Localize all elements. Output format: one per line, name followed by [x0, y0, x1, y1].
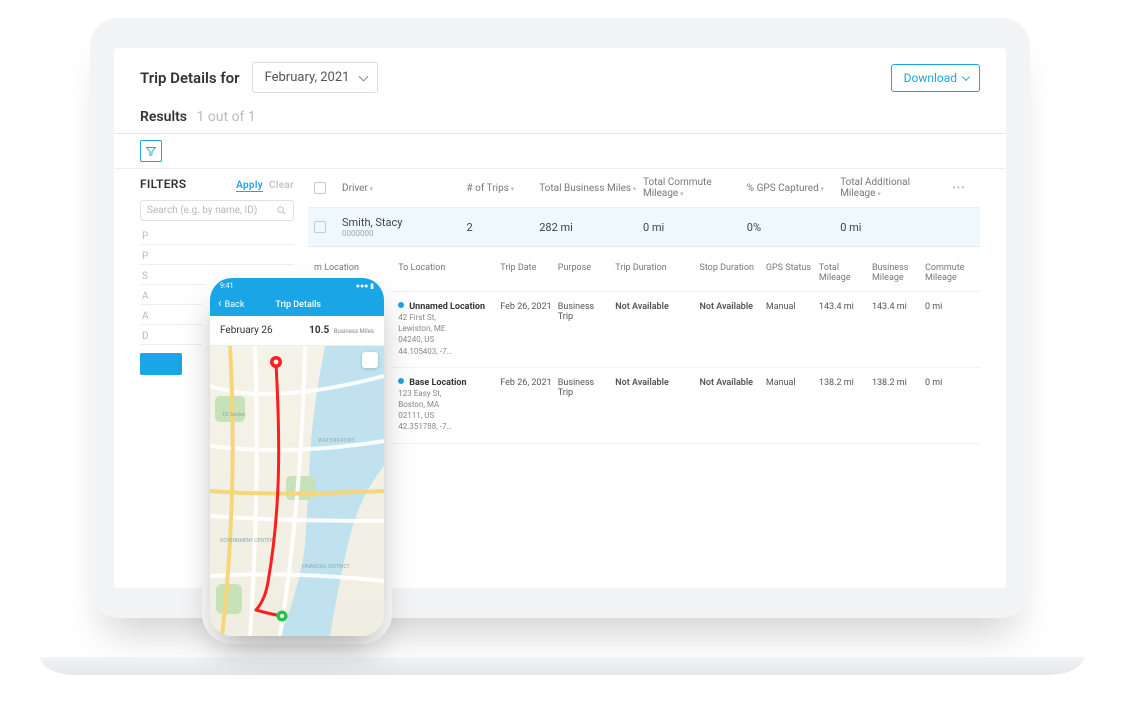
- results-label: Results: [140, 109, 187, 125]
- page-title: Trip Details for: [140, 69, 240, 87]
- search-input[interactable]: Search (e.g. by name, ID): [140, 200, 294, 221]
- col-gps-captured[interactable]: % GPS Captured: [747, 183, 840, 194]
- filter-row[interactable]: P: [140, 231, 294, 245]
- cell-business-mileage: 143.4 mi: [872, 302, 921, 312]
- search-placeholder: Search (e.g. by name, ID): [147, 205, 257, 216]
- col-stop-duration[interactable]: Stop Duration: [699, 263, 761, 283]
- col-driver[interactable]: Driver: [342, 183, 467, 194]
- trip-map[interactable]: TD Garden WATERFRONT GOVERNMENT CENTER F…: [210, 346, 384, 636]
- row-checkbox[interactable]: [314, 221, 326, 233]
- cell-trip-date: Feb 26, 2021: [500, 378, 553, 388]
- svg-text:FINANCIAL DISTRICT: FINANCIAL DISTRICT: [302, 564, 350, 570]
- cell-purpose: Business Trip: [558, 302, 611, 322]
- results-count: 1 out of 1: [196, 109, 255, 125]
- cell-gps-captured: 0%: [747, 221, 840, 234]
- to-location-name: Base Location: [398, 378, 496, 388]
- trip-row[interactable]: N/A 42 First St,Lewiston, ME04240, US44.…: [308, 368, 980, 444]
- cell-trip-date: Feb 26, 2021: [500, 302, 553, 312]
- filter-primary-button[interactable]: [140, 353, 182, 375]
- filter-row[interactable]: P: [140, 251, 294, 265]
- phone-mockup: 9:41 ●●● ▮ Back Trip Details February 26…: [210, 278, 384, 636]
- search-icon: [276, 205, 287, 216]
- trip-row[interactable]: Base Location 123 Easy St,Boston, MA0211…: [308, 292, 980, 368]
- filter-icon: [145, 145, 157, 157]
- month-selector[interactable]: February, 2021: [252, 62, 379, 93]
- trip-date-row: February 26 10.5 Business Miles: [210, 316, 384, 346]
- col-purpose[interactable]: Purpose: [558, 263, 611, 283]
- cell-commute-mileage: 0 mi: [643, 221, 747, 234]
- to-location-addr: 123 Easy St,Boston, MA02111, US42.351788…: [398, 388, 496, 433]
- driver-id: 0000000: [342, 229, 467, 238]
- col-business-mileage[interactable]: Business Mileage: [872, 263, 921, 283]
- driver-name: Smith, Stacy: [342, 216, 402, 229]
- cell-trip-duration: Not Available: [615, 378, 695, 388]
- cell-commute-mileage: 0 mi: [925, 378, 974, 388]
- cell-gps-status: Manual: [766, 302, 815, 312]
- col-gps-status[interactable]: GPS Status: [766, 263, 815, 283]
- cell-business-miles: 282 mi: [539, 221, 643, 234]
- summary-header-row: Driver # of Trips Total Business Miles T…: [308, 169, 980, 208]
- col-total-mileage[interactable]: Total Mileage: [819, 263, 868, 283]
- cell-commute-mileage: 0 mi: [925, 302, 974, 312]
- expand-map-button[interactable]: [362, 352, 378, 368]
- laptop-base: [40, 657, 1084, 675]
- clear-button[interactable]: Clear: [269, 180, 294, 191]
- download-button[interactable]: Download: [891, 64, 980, 92]
- cell-business-mileage: 138.2 mi: [872, 378, 921, 388]
- col-trip-date[interactable]: Trip Date: [500, 263, 553, 283]
- cell-total-mileage: 138.2 mi: [819, 378, 868, 388]
- col-trip-duration[interactable]: Trip Duration: [615, 263, 695, 283]
- results-summary: Results 1 out of 1: [114, 103, 1006, 134]
- trip-miles-value: 10.5: [309, 325, 329, 336]
- to-location-name: Unnamed Location: [398, 302, 496, 312]
- svg-text:GOVERNMENT CENTER: GOVERNMENT CENTER: [220, 538, 273, 544]
- cell-trip-duration: Not Available: [615, 302, 695, 312]
- col-business-miles[interactable]: Total Business Miles: [539, 183, 643, 194]
- cell-stop-duration: Not Available: [699, 302, 761, 312]
- phone-nav-bar: Back Trip Details: [210, 294, 384, 316]
- cell-total-mileage: 143.4 mi: [819, 302, 868, 312]
- select-all-checkbox[interactable]: [314, 182, 326, 194]
- cell-purpose: Business Trip: [558, 378, 611, 398]
- cell-additional-mileage: 0 mi: [840, 221, 944, 234]
- map-svg: TD Garden WATERFRONT GOVERNMENT CENTER F…: [210, 346, 384, 636]
- cell-stop-duration: Not Available: [699, 378, 761, 388]
- more-columns-button[interactable]: •••: [944, 183, 974, 194]
- signal-icons: ●●● ▮: [356, 282, 374, 290]
- svg-text:WATERFRONT: WATERFRONT: [318, 438, 355, 444]
- cell-trips: 2: [467, 221, 540, 234]
- phone-time: 9:41: [220, 282, 234, 290]
- col-additional-mileage[interactable]: Total Additional Mileage: [840, 177, 944, 199]
- filters-heading: FILTERS: [140, 177, 186, 191]
- apply-button[interactable]: Apply: [236, 180, 263, 192]
- trip-date-label: February 26: [220, 325, 273, 336]
- col-commute-mileage[interactable]: Commute Mileage: [925, 263, 974, 283]
- svg-text:TD Garden: TD Garden: [222, 412, 246, 418]
- to-location-addr: 42 First St,Lewiston, ME04240, US44.1054…: [398, 312, 496, 357]
- col-commute-mileage[interactable]: Total Commute Mileage: [643, 177, 747, 199]
- phone-screen-title: Trip Details: [244, 300, 352, 310]
- trip-miles-unit: Business Miles: [334, 328, 374, 335]
- trip-header-row: m Location To Location Trip Date Purpose…: [308, 247, 980, 292]
- filter-toggle-button[interactable]: [140, 140, 162, 162]
- col-to[interactable]: To Location: [398, 263, 496, 283]
- col-trips[interactable]: # of Trips: [467, 183, 540, 194]
- cell-gps-status: Manual: [766, 378, 815, 388]
- phone-back-button[interactable]: Back: [218, 300, 244, 310]
- phone-status-bar: 9:41 ●●● ▮: [210, 278, 384, 294]
- driver-summary-row[interactable]: Smith, Stacy 0000000 2 282 mi 0 mi 0% 0 …: [308, 208, 980, 247]
